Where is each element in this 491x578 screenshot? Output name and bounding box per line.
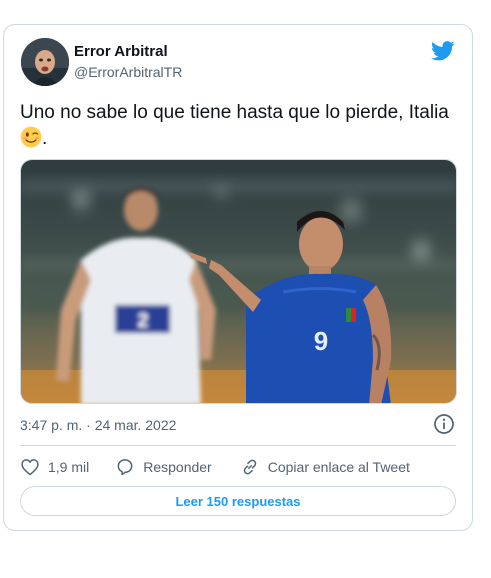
tweet-card: Error Arbitral @ErrorArbitralTR Uno no s… xyxy=(3,24,473,531)
link-icon xyxy=(243,459,257,475)
tweet-body-suffix: . xyxy=(42,128,48,149)
avatar-image xyxy=(21,38,69,86)
twitter-bird-icon[interactable] xyxy=(431,40,455,62)
author-name[interactable]: Error Arbitral xyxy=(74,43,168,60)
like-button[interactable]: 1,9 mil xyxy=(20,457,89,477)
divider xyxy=(20,445,456,446)
copy-link-label: Copiar enlace al Tweet xyxy=(267,459,410,475)
reply-label: Responder xyxy=(143,459,212,475)
speech-bubble-icon xyxy=(117,459,133,476)
reply-button[interactable]: Responder xyxy=(115,457,212,477)
tweet-actions: 1,9 mil Responder Copiar enlace al Tweet xyxy=(20,455,438,479)
svg-text:9: 9 xyxy=(314,326,328,356)
info-icon[interactable] xyxy=(433,413,455,435)
heart-icon xyxy=(21,459,39,476)
read-replies-label: Leer 150 respuestas xyxy=(175,493,301,509)
author-avatar[interactable] xyxy=(21,38,69,86)
tweet-photo-image: 2 9 xyxy=(21,160,456,403)
author-handle[interactable]: @ErrorArbitralTR xyxy=(74,64,182,80)
tweet-body: Uno no sabe lo que tiene hasta que lo pi… xyxy=(20,102,449,123)
svg-text:2: 2 xyxy=(137,310,148,332)
tweet-timestamp[interactable]: 3:47 p. m. · 24 mar. 2022 xyxy=(20,417,176,433)
tweet-photo[interactable]: 2 9 xyxy=(20,159,457,404)
winking-face-emoji xyxy=(20,126,42,148)
read-replies-button[interactable]: Leer 150 respuestas xyxy=(20,486,456,516)
copy-link-button[interactable]: Copiar enlace al Tweet xyxy=(240,457,410,477)
like-count: 1,9 mil xyxy=(48,459,90,475)
tweet-text: Uno no sabe lo que tiene hasta que lo pi… xyxy=(20,100,450,152)
